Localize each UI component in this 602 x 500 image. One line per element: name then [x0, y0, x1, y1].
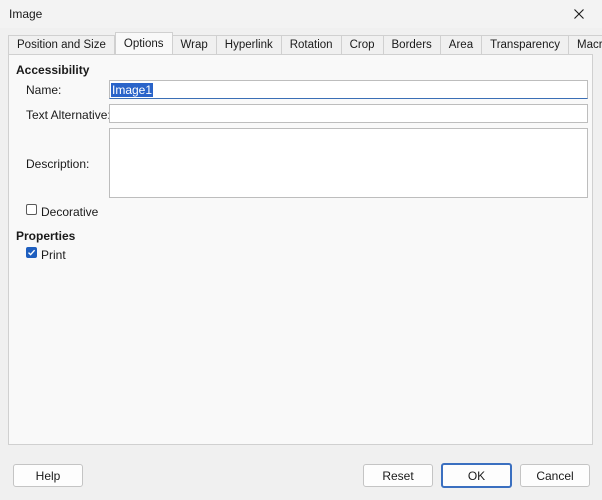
reset-button[interactable]: Reset — [363, 464, 433, 487]
name-value: Image1 — [111, 83, 154, 97]
name-field[interactable]: Image1 — [109, 80, 588, 99]
print-checkbox[interactable] — [26, 247, 37, 258]
tab-crop[interactable]: Crop — [341, 35, 384, 54]
window-title: Image — [9, 7, 43, 21]
tab-macro[interactable]: Macro — [568, 35, 602, 54]
title-bar: Image — [0, 0, 602, 28]
name-label: Name: — [26, 83, 62, 97]
print-label: Print — [41, 248, 66, 262]
close-icon — [574, 9, 584, 19]
description-label: Description: — [26, 157, 90, 171]
text-alternative-label: Text Alternative: — [26, 108, 111, 122]
checkmark-icon — [28, 249, 36, 256]
cancel-button[interactable]: Cancel — [520, 464, 590, 487]
ok-button[interactable]: OK — [441, 463, 512, 488]
tab-transparency[interactable]: Transparency — [482, 35, 569, 54]
accessibility-heading: Accessibility — [16, 63, 90, 77]
tab-rotation[interactable]: Rotation — [281, 35, 342, 54]
tab-strip: Position and Size Options Wrap Hyperlink… — [8, 32, 602, 54]
description-field[interactable] — [109, 128, 588, 198]
help-button[interactable]: Help — [13, 464, 83, 487]
tab-borders[interactable]: Borders — [383, 35, 441, 54]
properties-heading: Properties — [16, 229, 76, 243]
tab-hyperlink[interactable]: Hyperlink — [216, 35, 282, 54]
decorative-label: Decorative — [41, 205, 99, 219]
tab-area[interactable]: Area — [440, 35, 483, 54]
tab-options[interactable]: Options — [114, 32, 173, 54]
close-button[interactable] — [556, 0, 602, 28]
text-alternative-field[interactable] — [109, 104, 588, 123]
tab-position-and-size[interactable]: Position and Size — [8, 35, 115, 54]
tab-wrap[interactable]: Wrap — [172, 35, 217, 54]
decorative-checkbox[interactable] — [26, 204, 37, 215]
